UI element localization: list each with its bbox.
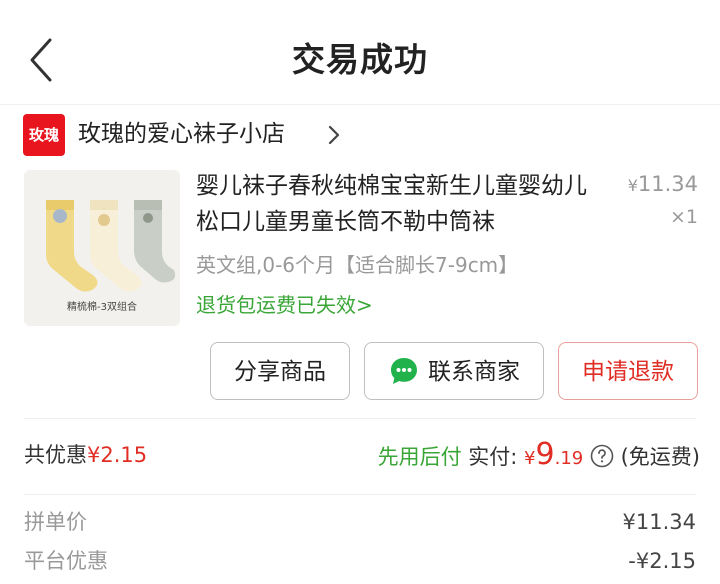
question-icon[interactable]: [590, 444, 614, 468]
return-shipping-note[interactable]: 退货包运费已失效>: [196, 288, 373, 322]
paid-currency: ¥: [524, 448, 536, 469]
paid-decimal: .19: [554, 448, 584, 469]
platform-discount-label: 平台优惠: [24, 549, 108, 573]
product-price: ¥11.34: [614, 172, 698, 196]
contact-seller-button[interactable]: 联系商家: [364, 342, 544, 400]
product-quantity: ×1: [669, 206, 698, 228]
product-image-caption: 精梳棉-3双组合: [67, 302, 137, 313]
group-price-label: 拼单价: [24, 510, 87, 534]
currency-symbol: ¥: [627, 176, 638, 195]
shipping-note: (免运费): [620, 445, 700, 469]
product-title[interactable]: 婴儿袜子春秋纯棉宝宝新生儿童婴幼儿松口儿童男童长筒不勒中筒袜: [196, 168, 606, 240]
chevron-right-icon[interactable]: [326, 124, 342, 146]
page-title: 交易成功: [292, 40, 428, 79]
divider: [24, 494, 696, 495]
payment-summary: 先用后付 实付: ¥9.19 (免运费): [340, 436, 700, 478]
discount-value: ¥2.15: [87, 443, 148, 467]
divider: [0, 104, 720, 105]
divider: [24, 418, 696, 419]
shop-name[interactable]: 玫瑰的爱心袜子小店: [78, 114, 285, 154]
contact-seller-label: 联系商家: [428, 359, 520, 385]
paid-integer: 9: [535, 437, 555, 472]
product-image[interactable]: 精梳棉-3双组合: [24, 170, 180, 326]
request-refund-button[interactable]: 申请退款: [558, 342, 698, 400]
paid-label: 实付:: [468, 445, 518, 469]
shop-logo: 玫瑰: [23, 114, 65, 156]
chat-icon: [391, 357, 417, 384]
platform-discount-value: -¥2.15: [628, 549, 696, 573]
discount-summary: 共优惠¥2.15: [24, 436, 147, 474]
pay-later-label: 先用后付: [377, 445, 462, 469]
product-price-value: 11.34: [637, 172, 698, 196]
product-spec: 英文组,0-6个月【适合脚长7-9cm】: [196, 253, 519, 277]
discount-label: 共优惠: [24, 443, 87, 467]
share-product-button[interactable]: 分享商品: [210, 342, 350, 400]
group-price-value: ¥11.34: [622, 510, 696, 534]
